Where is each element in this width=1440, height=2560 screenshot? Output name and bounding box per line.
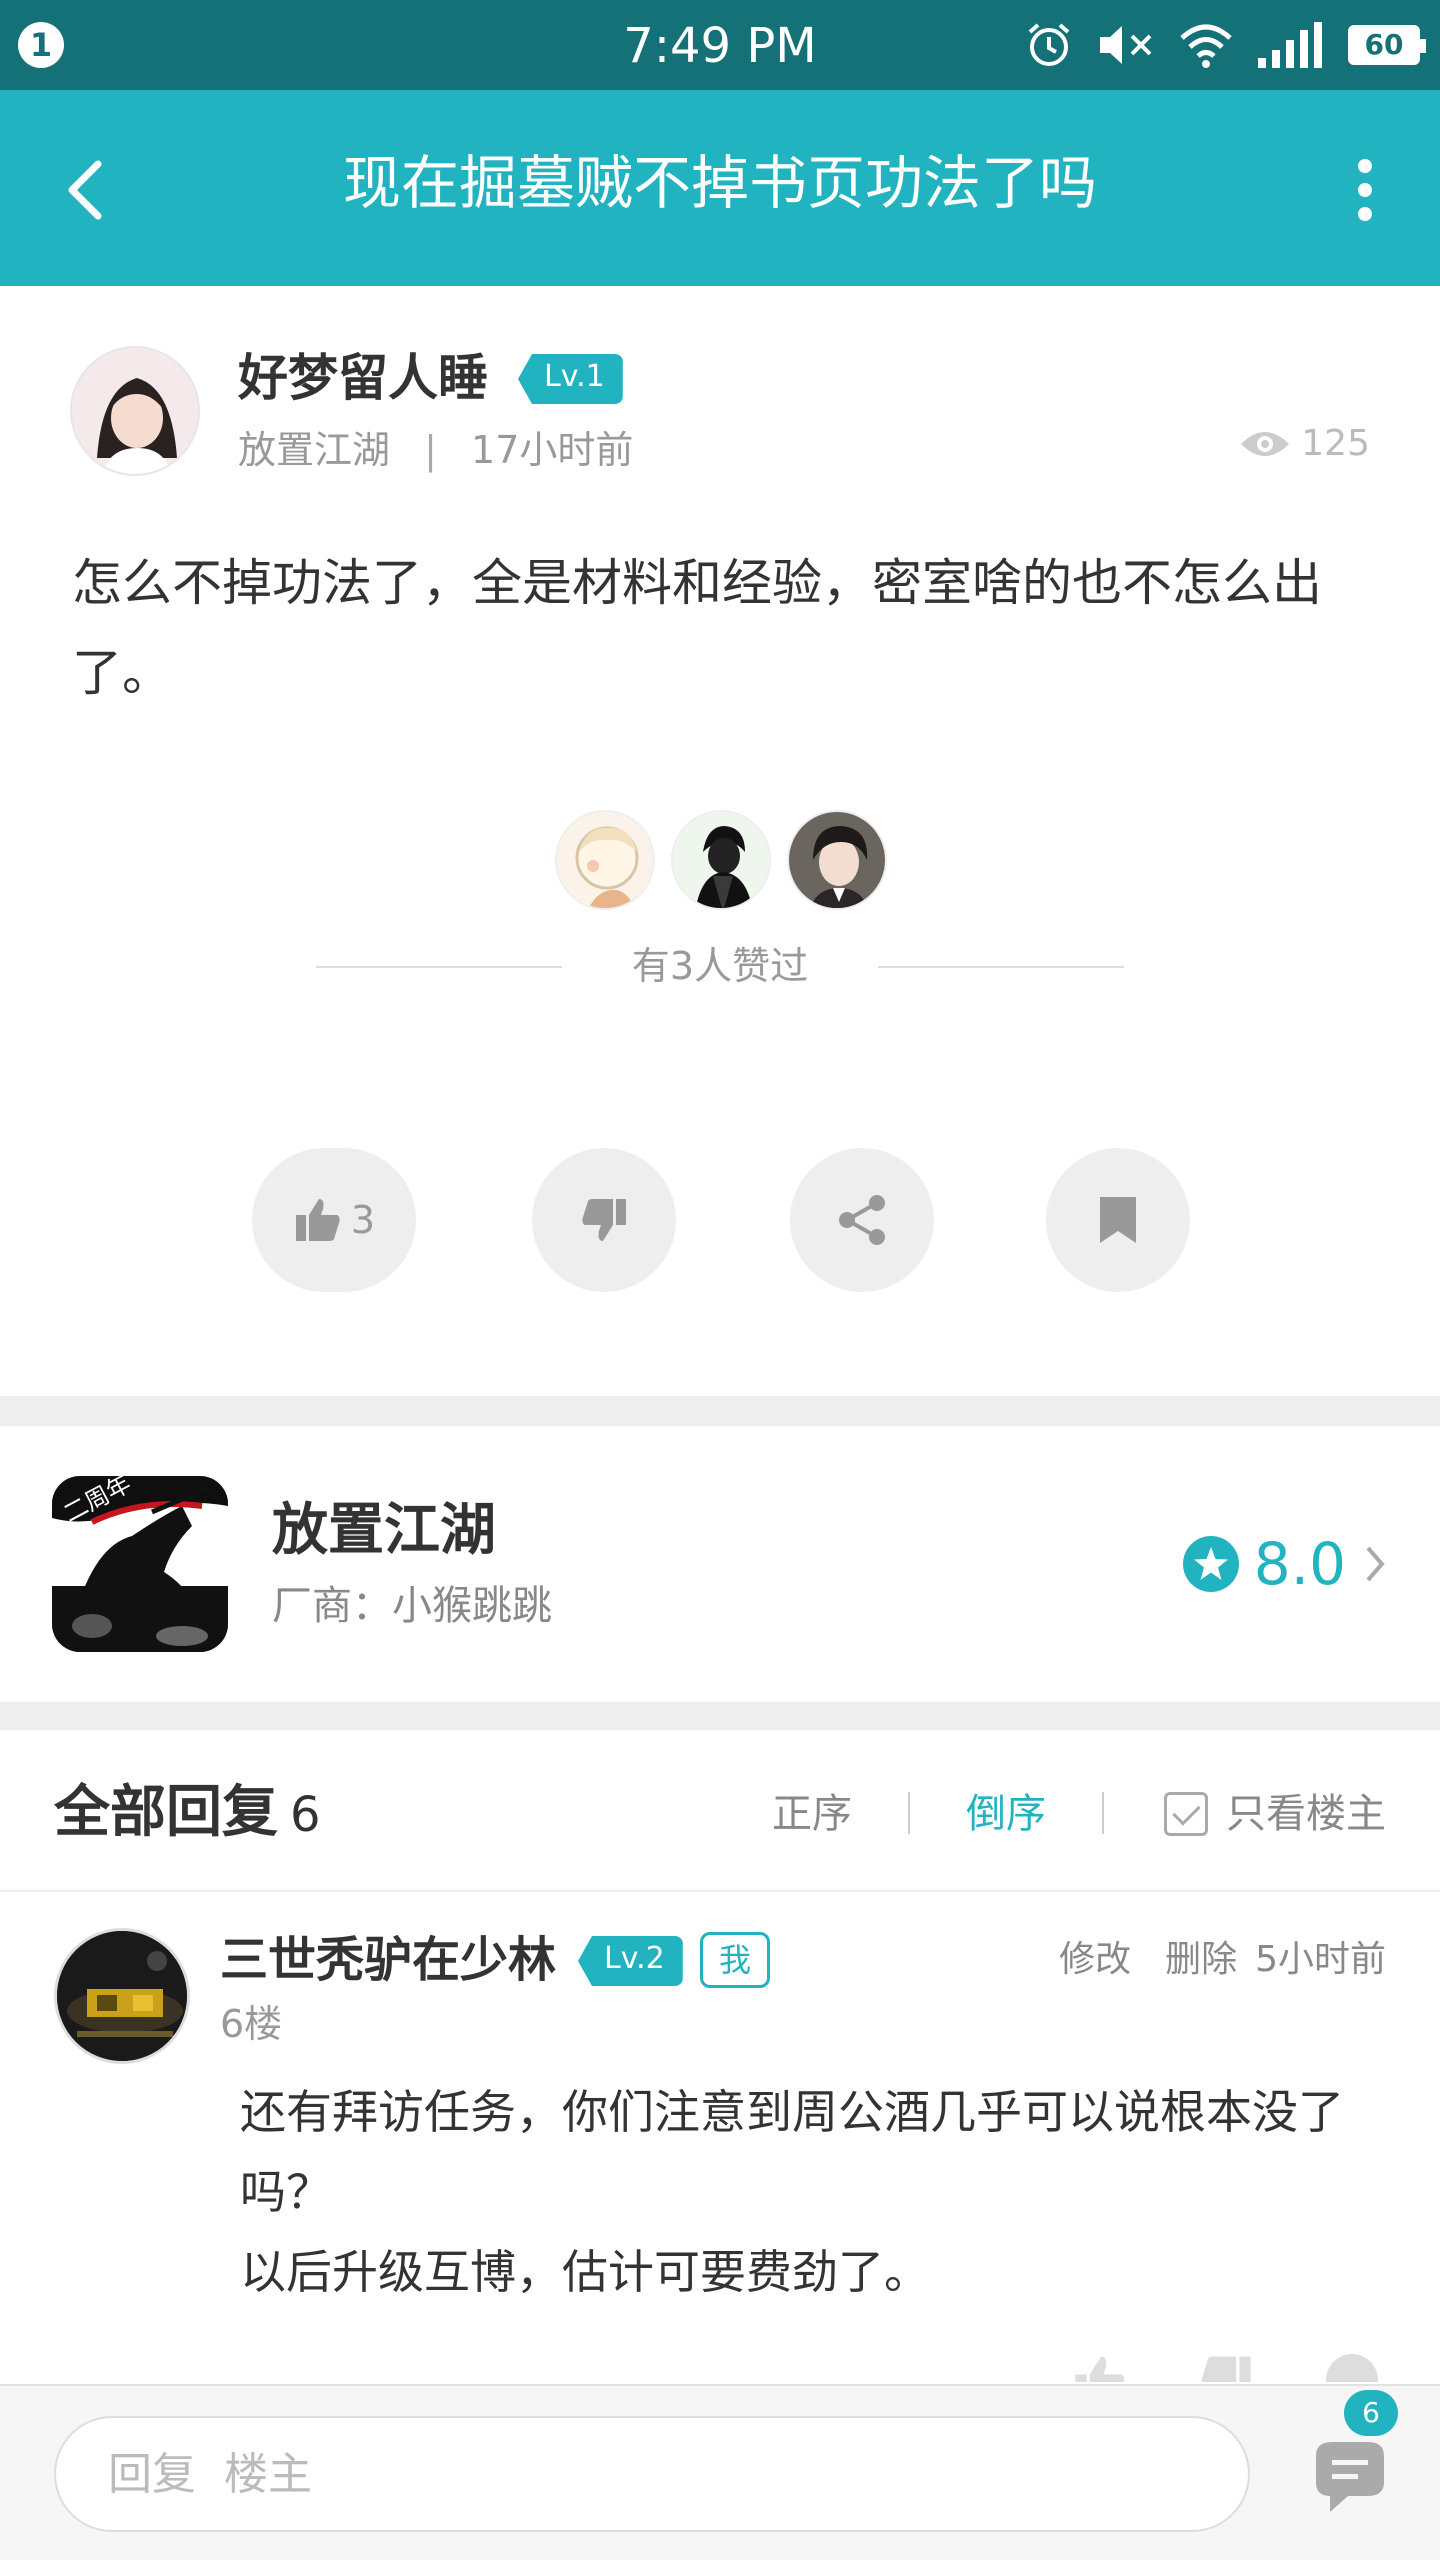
liker-avatar[interactable] — [671, 810, 771, 910]
sort-desc-button[interactable]: 倒序 — [966, 1782, 1046, 1846]
replies-header: 全部回复 6 正序 倒序 只看楼主 — [0, 1730, 1440, 1892]
title-bar: 现在掘墓贼不掉书页功法了吗 — [0, 90, 1440, 286]
rating-value: 8.0 — [1253, 1530, 1346, 1598]
meta-separator: | — [424, 428, 437, 472]
owner-only-toggle[interactable]: 只看楼主 — [1164, 1782, 1386, 1846]
reply-author[interactable]: 三世秃驴在少林 — [220, 1928, 556, 1992]
likes-summary: 有3人赞过 — [316, 938, 1124, 994]
dislike-icon[interactable] — [1198, 2352, 1254, 2382]
battery-icon: 60 — [1348, 25, 1426, 65]
edit-link[interactable]: 修改 — [1059, 1932, 1131, 1988]
star-icon — [1182, 1536, 1239, 1592]
signal-icon — [1258, 22, 1322, 68]
chevron-right-icon — [1366, 1546, 1385, 1582]
liker-avatar[interactable] — [787, 810, 887, 910]
section-divider — [0, 1702, 1440, 1730]
sort-separator — [1102, 1792, 1104, 1834]
reply-avatar[interactable] — [54, 1928, 190, 2064]
replies-title-text: 全部回复 — [54, 1780, 278, 1845]
replies-count: 6 — [290, 1787, 321, 1843]
owner-only-checkbox[interactable] — [1164, 1792, 1208, 1836]
game-vendor: 厂商：小猴跳跳 — [272, 1583, 552, 1629]
delete-link[interactable]: 删除 — [1165, 1932, 1237, 1988]
comment-count-badge: 6 — [1344, 2390, 1398, 2436]
post-time: 17小时前 — [471, 428, 634, 472]
reply-level-badge: Lv.2 — [578, 1936, 683, 1986]
share-button[interactable] — [790, 1148, 934, 1292]
level-label: Lv.1 — [518, 354, 623, 404]
game-card[interactable]: 二周年 放置江湖 厂商：小猴跳跳 8.0 — [0, 1426, 1440, 1702]
like-icon — [295, 1199, 340, 1241]
eye-icon — [1241, 432, 1290, 456]
section-divider — [0, 1396, 1440, 1426]
game-rating[interactable]: 8.0 — [1182, 1526, 1390, 1602]
divider-line — [878, 966, 1124, 968]
reply-time: 5小时前 — [1255, 1939, 1386, 1980]
status-icons: 60 — [1024, 16, 1426, 74]
dislike-button[interactable] — [532, 1148, 676, 1292]
like-count: 3 — [350, 1198, 376, 1242]
author-avatar[interactable] — [70, 346, 200, 476]
more-vertical-icon[interactable] — [1330, 150, 1400, 230]
reply-input[interactable] — [54, 2416, 1250, 2532]
views-count: 125 — [1239, 416, 1370, 472]
post-header: 好梦留人睡 Lv.1 放置江湖 | 17小时前 125 — [0, 286, 1440, 506]
reply-item: 三世秃驴在少林 Lv.2 我 修改 删除 5小时前 6楼 还有拜访任务，你们注意… — [0, 1892, 1440, 2382]
replies-title: 全部回复 6 — [54, 1778, 321, 1850]
post-content: 怎么不掉功法了，全是材料和经验，密室啥的也不怎么出了。 — [72, 554, 1322, 702]
game-icon[interactable]: 二周年 — [52, 1476, 228, 1652]
game-name[interactable]: 放置江湖 — [272, 1496, 496, 1566]
me-badge: 我 — [700, 1932, 770, 1988]
owner-only-label: 只看楼主 — [1226, 1791, 1386, 1837]
bookmark-button[interactable] — [1046, 1148, 1190, 1292]
reply-floor: 6楼 — [220, 2002, 283, 2046]
reply-content: 还有拜访任务，你们注意到周公酒几乎可以说根本没了吗？ 以后升级互博，估计可要费劲… — [240, 2072, 1400, 2312]
author-level-badge: Lv.1 — [518, 354, 623, 404]
bookmark-icon — [1100, 1197, 1136, 1243]
like-button[interactable]: 3 — [252, 1148, 416, 1292]
post-forum[interactable]: 放置江湖 — [238, 428, 390, 472]
wifi-icon — [1180, 24, 1232, 68]
page-title: 现在掘墓贼不掉书页功法了吗 — [342, 149, 1097, 217]
bottom-reply-bar: 6 — [0, 2384, 1440, 2560]
alarm-icon — [1028, 23, 1070, 66]
author-name[interactable]: 好梦留人睡 — [238, 346, 488, 410]
reply-content-line: 以后升级互博，估计可要费劲了。 — [240, 2245, 930, 2299]
reply-actions: 修改 删除 5小时前 — [1059, 1932, 1386, 1988]
comment-icon[interactable] — [1324, 2352, 1380, 2382]
dislike-icon — [582, 1199, 626, 1241]
reply-content-line: 还有拜访任务，你们注意到周公酒几乎可以说根本没了吗？ — [240, 2085, 1344, 2219]
status-bar: 1 7:49 PM 60 — [0, 0, 1440, 90]
liker-avatar[interactable] — [555, 810, 655, 910]
share-icon — [839, 1195, 885, 1245]
likers-avatars[interactable] — [555, 810, 887, 910]
views-value: 125 — [1301, 423, 1370, 464]
post-meta: 放置江湖 | 17小时前 — [238, 424, 633, 476]
comment-icon[interactable] — [1304, 2426, 1394, 2526]
like-icon[interactable] — [1072, 2352, 1128, 2382]
sort-separator — [908, 1792, 910, 1834]
reply-action-icons — [1072, 2352, 1380, 2382]
back-arrow-icon[interactable] — [50, 150, 130, 230]
level-label: Lv.2 — [578, 1936, 683, 1986]
mute-icon — [1100, 26, 1152, 64]
sort-asc-button[interactable]: 正序 — [772, 1782, 852, 1846]
